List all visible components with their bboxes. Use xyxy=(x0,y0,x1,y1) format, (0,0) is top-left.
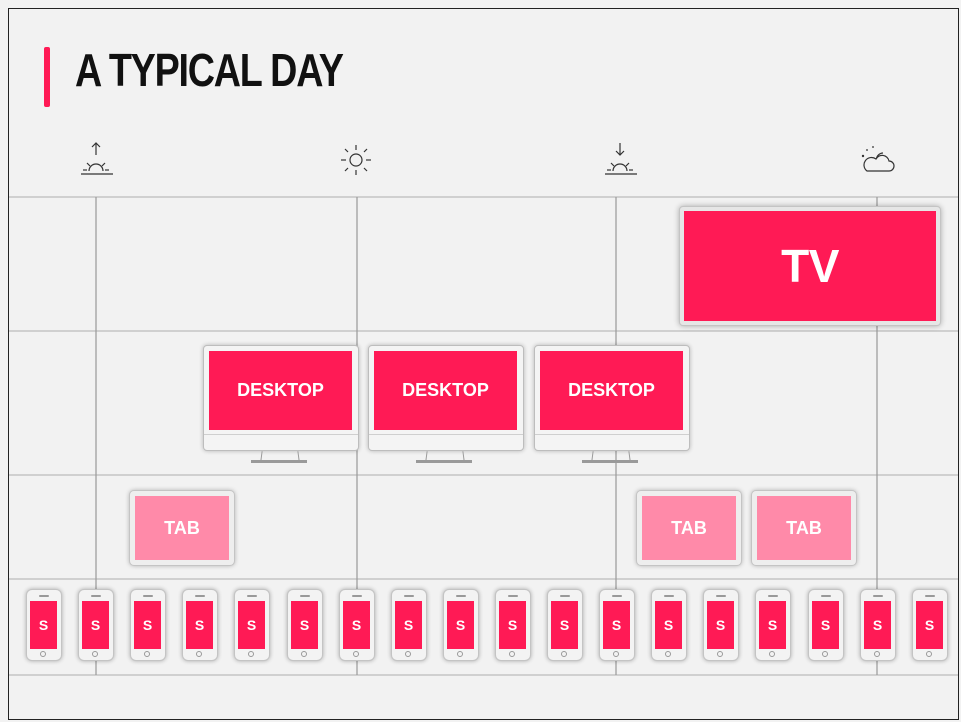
phone-label: S xyxy=(395,601,422,649)
phone-speaker xyxy=(300,595,310,597)
phone-label: S xyxy=(134,601,161,649)
phone-label: S xyxy=(238,601,265,649)
phone-speaker xyxy=(821,595,831,597)
phone-label: S xyxy=(603,601,630,649)
phone-speaker xyxy=(508,595,518,597)
slide: A TYPICAL DAY TV DESKTOP DESKTOP DESKTOP… xyxy=(8,8,959,720)
phone-label: S xyxy=(551,601,578,649)
phone-label: S xyxy=(186,601,213,649)
desktop-device: DESKTOP xyxy=(368,345,524,467)
phone-device: S xyxy=(391,589,427,661)
phone-device: S xyxy=(78,589,114,661)
phone-speaker xyxy=(768,595,778,597)
phone-speaker xyxy=(143,595,153,597)
phone-speaker xyxy=(352,595,362,597)
tablet-device: TAB xyxy=(129,490,235,566)
phone-label: S xyxy=(499,601,526,649)
tablet-label: TAB xyxy=(757,496,851,560)
phone-device: S xyxy=(495,589,531,661)
phone-home-button xyxy=(405,651,411,657)
phone-home-button xyxy=(509,651,515,657)
phone-label: S xyxy=(812,601,839,649)
night-cloud-icon xyxy=(861,146,895,172)
phone-device: S xyxy=(599,589,635,661)
phone-label: S xyxy=(759,601,786,649)
phone-speaker xyxy=(456,595,466,597)
tablet-device: TAB xyxy=(751,490,857,566)
phone-device: S xyxy=(860,589,896,661)
desktop-label: DESKTOP xyxy=(209,351,352,430)
phone-label: S xyxy=(916,601,943,649)
phone-device: S xyxy=(651,589,687,661)
phone-home-button xyxy=(92,651,98,657)
phone-device: S xyxy=(443,589,479,661)
phone-home-button xyxy=(40,651,46,657)
phone-label: S xyxy=(447,601,474,649)
phone-label: S xyxy=(864,601,891,649)
phone-device: S xyxy=(547,589,583,661)
phone-home-button xyxy=(822,651,828,657)
phone-label: S xyxy=(82,601,109,649)
phone-home-button xyxy=(613,651,619,657)
phone-home-button xyxy=(769,651,775,657)
tablet-device: TAB xyxy=(636,490,742,566)
sunrise-icon xyxy=(81,142,113,175)
phone-speaker xyxy=(560,595,570,597)
phone-speaker xyxy=(873,595,883,597)
phone-device: S xyxy=(130,589,166,661)
phone-label: S xyxy=(655,601,682,649)
phone-home-button xyxy=(196,651,202,657)
phone-device: S xyxy=(755,589,791,661)
desktop-device: DESKTOP xyxy=(534,345,690,467)
phone-home-button xyxy=(717,651,723,657)
phone-device: S xyxy=(182,589,218,661)
phone-home-button xyxy=(144,651,150,657)
phone-home-button xyxy=(301,651,307,657)
tv-device: TV xyxy=(679,206,941,326)
tablet-label: TAB xyxy=(642,496,736,560)
phone-device: S xyxy=(703,589,739,661)
phone-label: S xyxy=(343,601,370,649)
phone-speaker xyxy=(612,595,622,597)
phone-device: S xyxy=(26,589,62,661)
phone-speaker xyxy=(39,595,49,597)
phone-device: S xyxy=(808,589,844,661)
tablet-label: TAB xyxy=(135,496,229,560)
phone-speaker xyxy=(664,595,674,597)
phone-label: S xyxy=(30,601,57,649)
phone-home-button xyxy=(665,651,671,657)
phone-device: S xyxy=(234,589,270,661)
desktop-label: DESKTOP xyxy=(540,351,683,430)
tv-label: TV xyxy=(684,211,936,321)
phone-speaker xyxy=(716,595,726,597)
phone-speaker xyxy=(247,595,257,597)
phone-home-button xyxy=(874,651,880,657)
phone-speaker xyxy=(195,595,205,597)
phone-label: S xyxy=(291,601,318,649)
phone-home-button xyxy=(561,651,567,657)
phone-speaker xyxy=(404,595,414,597)
phone-home-button xyxy=(926,651,932,657)
phone-device: S xyxy=(287,589,323,661)
phone-home-button xyxy=(353,651,359,657)
phone-device: S xyxy=(912,589,948,661)
phone-device: S xyxy=(339,589,375,661)
desktop-device: DESKTOP xyxy=(203,345,359,467)
phone-label: S xyxy=(707,601,734,649)
sun-icon xyxy=(341,145,371,175)
sunset-icon xyxy=(605,143,637,175)
phone-home-button xyxy=(248,651,254,657)
desktop-label: DESKTOP xyxy=(374,351,517,430)
phone-home-button xyxy=(457,651,463,657)
phone-speaker xyxy=(925,595,935,597)
phone-speaker xyxy=(91,595,101,597)
